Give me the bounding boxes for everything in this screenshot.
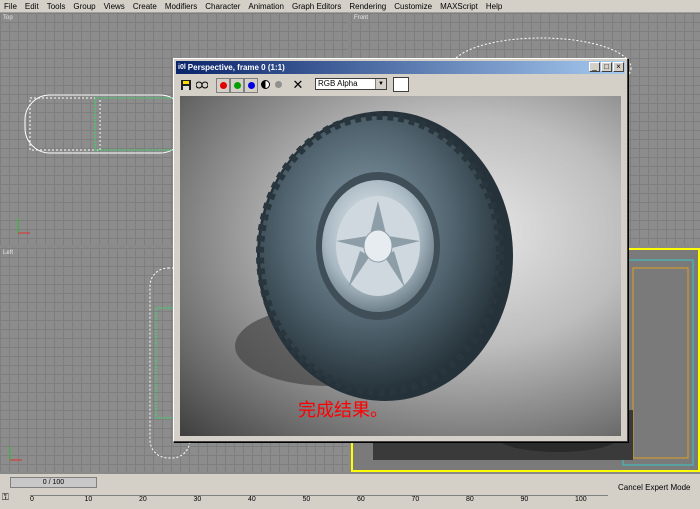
menu-item-rendering[interactable]: Rendering — [345, 2, 390, 11]
menu-item-group[interactable]: Group — [69, 2, 99, 11]
channel-select-value: RGB Alpha — [318, 79, 358, 88]
menu-item-modifiers[interactable]: Modifiers — [161, 2, 201, 11]
menu-item-animation[interactable]: Animation — [244, 2, 288, 11]
key-icon[interactable]: ⚿ — [2, 492, 9, 503]
maximize-button[interactable]: □ — [601, 62, 612, 72]
menu-item-maxscript[interactable]: MAXScript — [436, 2, 482, 11]
timeline-tick: 30 — [193, 496, 202, 503]
minimize-button[interactable]: _ — [589, 62, 600, 72]
menu-item-character[interactable]: Character — [201, 2, 244, 11]
timeline-tick: 20 — [139, 496, 147, 503]
green-channel-toggle[interactable] — [230, 78, 244, 93]
timeline-tick: 40 — [248, 496, 256, 503]
clone-icon[interactable] — [195, 78, 209, 91]
timeline-tick: 10 — [84, 496, 93, 503]
cancel-expert-mode-button[interactable]: Cancel Expert Mode — [618, 483, 690, 492]
time-slider[interactable]: 0 / 100 — [10, 477, 97, 488]
tire-render — [235, 111, 513, 401]
timeline-tick: 60 — [357, 496, 365, 503]
timeline-tick: 80 — [466, 496, 474, 503]
menu-item-help[interactable]: Help — [482, 2, 506, 11]
menu-item-create[interactable]: Create — [129, 2, 161, 11]
menu-item-graph-editors[interactable]: Graph Editors — [288, 2, 345, 11]
render-window-title: Perspective, frame 0 (1:1) — [187, 63, 285, 72]
monochrome-icon[interactable] — [260, 78, 270, 91]
timeline-tick: 0 — [30, 496, 34, 503]
menu-item-edit[interactable]: Edit — [21, 2, 43, 11]
blue-channel-toggle[interactable] — [244, 78, 258, 93]
color-swatch[interactable] — [393, 77, 409, 92]
frame-counter: 0 / 100 — [42, 479, 65, 486]
timeline-tick: 100 — [575, 496, 587, 503]
status-bar: ⚿ 0 / 100 0 10 20 30 40 50 60 70 80 90 100 Cancel … — [0, 474, 700, 509]
close-button[interactable]: × — [613, 62, 624, 72]
caption-text: 完成结果。 — [298, 400, 388, 421]
menu-item-file[interactable]: File — [0, 2, 21, 11]
menu-item-customize[interactable]: Customize — [390, 2, 436, 11]
render-window-icon: i0l — [178, 64, 186, 71]
render-frame-window: i0l Perspective, frame 0 (1:1) _ □ × ✕ R… — [173, 58, 628, 442]
render-image: 完成结果。 — [180, 96, 621, 436]
menu-item-views[interactable]: Views — [100, 2, 129, 11]
channel-select[interactable]: RGB Alpha ▼ — [315, 78, 387, 90]
menu-bar: File Edit Tools Group Views Create Modifiers Ch… — [0, 0, 700, 13]
timeline-tick: 50 — [302, 496, 311, 503]
chevron-down-icon: ▼ — [375, 79, 386, 89]
menu-item-tools[interactable]: Tools — [43, 2, 70, 11]
render-window-titlebar[interactable]: i0l Perspective, frame 0 (1:1) _ □ × — [176, 61, 625, 74]
timeline-tick: 90 — [520, 496, 529, 503]
save-icon[interactable] — [180, 78, 192, 91]
clear-icon[interactable]: ✕ — [291, 77, 305, 92]
red-channel-toggle[interactable] — [216, 78, 230, 93]
timeline-ruler[interactable]: 0 10 20 30 40 50 60 70 80 90 100 — [30, 495, 608, 509]
render-window-toolbar: ✕ RGB Alpha ▼ — [176, 76, 625, 94]
alpha-channel-icon[interactable] — [273, 78, 283, 91]
timeline-tick: 70 — [411, 496, 420, 503]
